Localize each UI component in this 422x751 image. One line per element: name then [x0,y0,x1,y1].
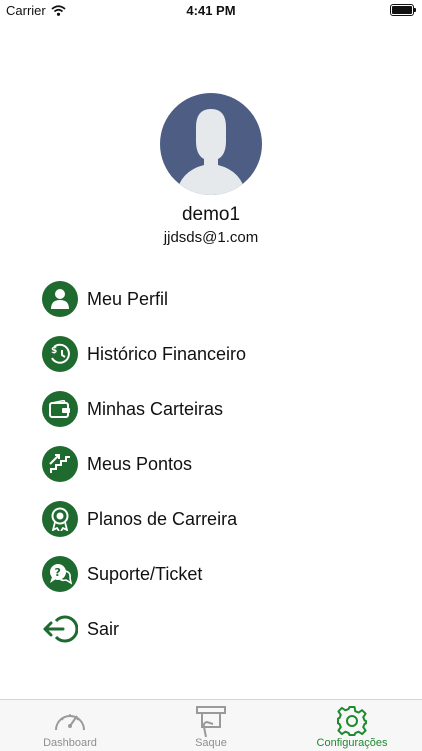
profile-email: jjdsds@1.com [163,229,259,246]
support-chat-icon: ? [42,556,78,592]
menu-label: Meu Perfil [87,288,169,309]
clock: 4:41 PM [186,3,236,18]
svg-text:?: ? [55,566,61,579]
default-user-avatar-icon [160,93,262,195]
wallet-icon [42,391,78,427]
status-bar: Carrier 4:41 PM [0,0,422,22]
gear-icon [337,706,367,736]
tab-configuracoes[interactable]: Configurações [282,700,422,751]
profile-name: demo1 [181,204,241,225]
atm-withdraw-icon [196,706,226,737]
tab-label: Saque [195,737,227,749]
tab-dashboard[interactable]: Dashboard [0,700,140,751]
menu-label: Suporte/Ticket [87,563,203,584]
menu-label: Minhas Carteiras [87,398,224,419]
tab-label: Configurações [316,737,388,749]
menu-label: Meus Pontos [87,453,193,474]
svg-text:$: $ [51,346,57,356]
menu-item-sair[interactable]: Sair [42,611,246,647]
speedometer-icon [55,714,85,731]
menu-item-meu-perfil[interactable]: Meu Perfil [42,281,246,317]
logout-icon [42,611,78,647]
menu-item-minhas-carteiras[interactable]: Minhas Carteiras [42,391,246,427]
money-history-icon: $ [42,336,78,372]
menu-item-historico-financeiro[interactable]: $ Histórico Financeiro [42,336,246,372]
menu-item-meus-pontos[interactable]: Meus Pontos [42,446,246,482]
menu-item-suporte-ticket[interactable]: ? Suporte/Ticket [42,556,246,592]
menu-label: Histórico Financeiro [87,343,247,364]
person-icon [42,281,78,317]
menu-item-planos-de-carreira[interactable]: Planos de Carreira [42,501,246,537]
menu-label: Planos de Carreira [87,508,238,529]
avatar[interactable] [160,93,262,195]
stairs-growth-icon [42,446,78,482]
tab-saque[interactable]: Saque [141,700,281,751]
battery-icon [390,4,416,16]
tab-bar: Dashboard Saque Configurações [0,699,422,751]
award-ribbon-icon [42,501,78,537]
tab-label: Dashboard [43,737,97,749]
settings-menu: Meu Perfil $ Histórico Financeiro Minhas… [42,281,246,666]
menu-label: Sair [87,618,120,639]
